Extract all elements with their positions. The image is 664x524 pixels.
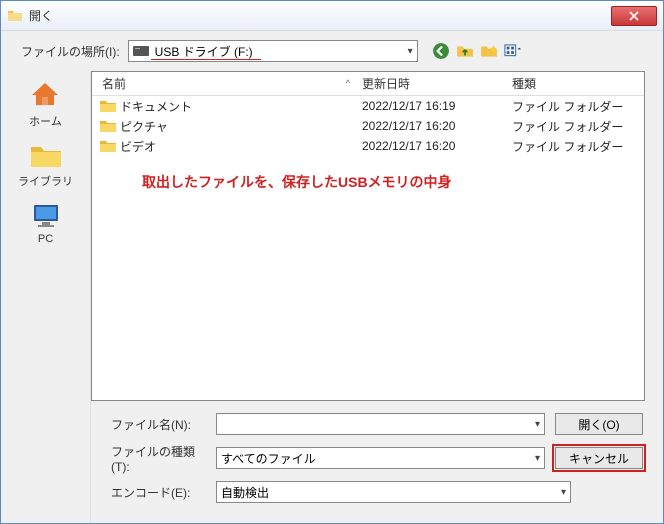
main-area: 名前^ 更新日時 種類 ドキュメント 2022/12/17 16:19 ファイル… [91, 71, 663, 523]
titlebar: 開く [1, 1, 663, 31]
drive-icon [133, 46, 149, 56]
encoding-label: エンコード(E): [111, 484, 206, 501]
location-label: ファイルの場所(I): [21, 43, 120, 60]
sidebar-item-library[interactable]: ライブラリ [18, 143, 73, 189]
cancel-button[interactable]: キャンセル [555, 447, 643, 469]
toolbar-buttons [432, 42, 522, 60]
annotation-text: 取出したファイルを、保存したUSBメモリの中身 [142, 172, 452, 192]
sidebar-item-home[interactable]: ホーム [29, 81, 62, 129]
new-folder-icon[interactable] [480, 42, 498, 60]
sidebar-item-label: ホーム [29, 113, 62, 129]
open-dialog: 開く ファイルの場所(I): USB ドライブ (F:) ▾ ホーム [0, 0, 664, 524]
view-menu-icon[interactable] [504, 42, 522, 60]
chevron-down-icon: ▾ [535, 419, 540, 430]
folder-icon [100, 100, 116, 113]
pc-icon [30, 203, 62, 229]
location-dropdown[interactable]: USB ドライブ (F:) ▾ [128, 40, 418, 62]
sidebar: ホーム ライブラリ PC [1, 71, 91, 523]
column-name[interactable]: 名前^ [92, 75, 362, 92]
chevron-down-icon: ▾ [408, 46, 413, 57]
annotation-underline [151, 59, 261, 61]
filetype-dropdown[interactable]: すべてのファイル▾ [216, 447, 545, 469]
encoding-dropdown[interactable]: 自動検出▾ [216, 481, 571, 503]
filetype-label: ファイルの種類(T): [111, 443, 206, 474]
chevron-down-icon: ▾ [535, 453, 540, 464]
list-item[interactable]: ビデオ 2022/12/17 16:20 ファイル フォルダー [92, 136, 644, 156]
sort-indicator-icon: ^ [346, 78, 350, 88]
folder-icon [7, 8, 23, 24]
dialog-body: ホーム ライブラリ PC 名前^ 更新日時 種類 ドキュメント [1, 71, 663, 523]
list-item[interactable]: ピクチャ 2022/12/17 16:20 ファイル フォルダー [92, 116, 644, 136]
location-value: USB ドライブ (F:) [155, 43, 408, 60]
column-type[interactable]: 種類 [512, 75, 644, 92]
column-headers: 名前^ 更新日時 種類 [92, 72, 644, 96]
folder-icon [100, 120, 116, 133]
back-icon[interactable] [432, 42, 450, 60]
folder-icon [29, 143, 63, 169]
dialog-footer: ファイル名(N): ▾ 開く(O) ファイルの種類(T): すべてのファイル▾ … [91, 407, 663, 523]
file-rows: ドキュメント 2022/12/17 16:19 ファイル フォルダー ピクチャ … [92, 96, 644, 156]
toolbar: ファイルの場所(I): USB ドライブ (F:) ▾ [1, 31, 663, 71]
filename-input[interactable]: ▾ [216, 413, 545, 435]
open-button[interactable]: 開く(O) [555, 413, 643, 435]
folder-icon [100, 140, 116, 153]
chevron-down-icon: ▾ [561, 487, 566, 498]
column-date[interactable]: 更新日時 [362, 75, 512, 92]
home-icon [30, 81, 60, 109]
list-item[interactable]: ドキュメント 2022/12/17 16:19 ファイル フォルダー [92, 96, 644, 116]
close-button[interactable] [611, 6, 657, 26]
sidebar-item-label: ライブラリ [18, 173, 73, 189]
sidebar-item-label: PC [38, 233, 53, 245]
filename-label: ファイル名(N): [111, 416, 206, 433]
up-folder-icon[interactable] [456, 42, 474, 60]
file-list: 名前^ 更新日時 種類 ドキュメント 2022/12/17 16:19 ファイル… [91, 71, 645, 401]
sidebar-item-pc[interactable]: PC [30, 203, 62, 245]
window-title: 開く [29, 7, 611, 24]
